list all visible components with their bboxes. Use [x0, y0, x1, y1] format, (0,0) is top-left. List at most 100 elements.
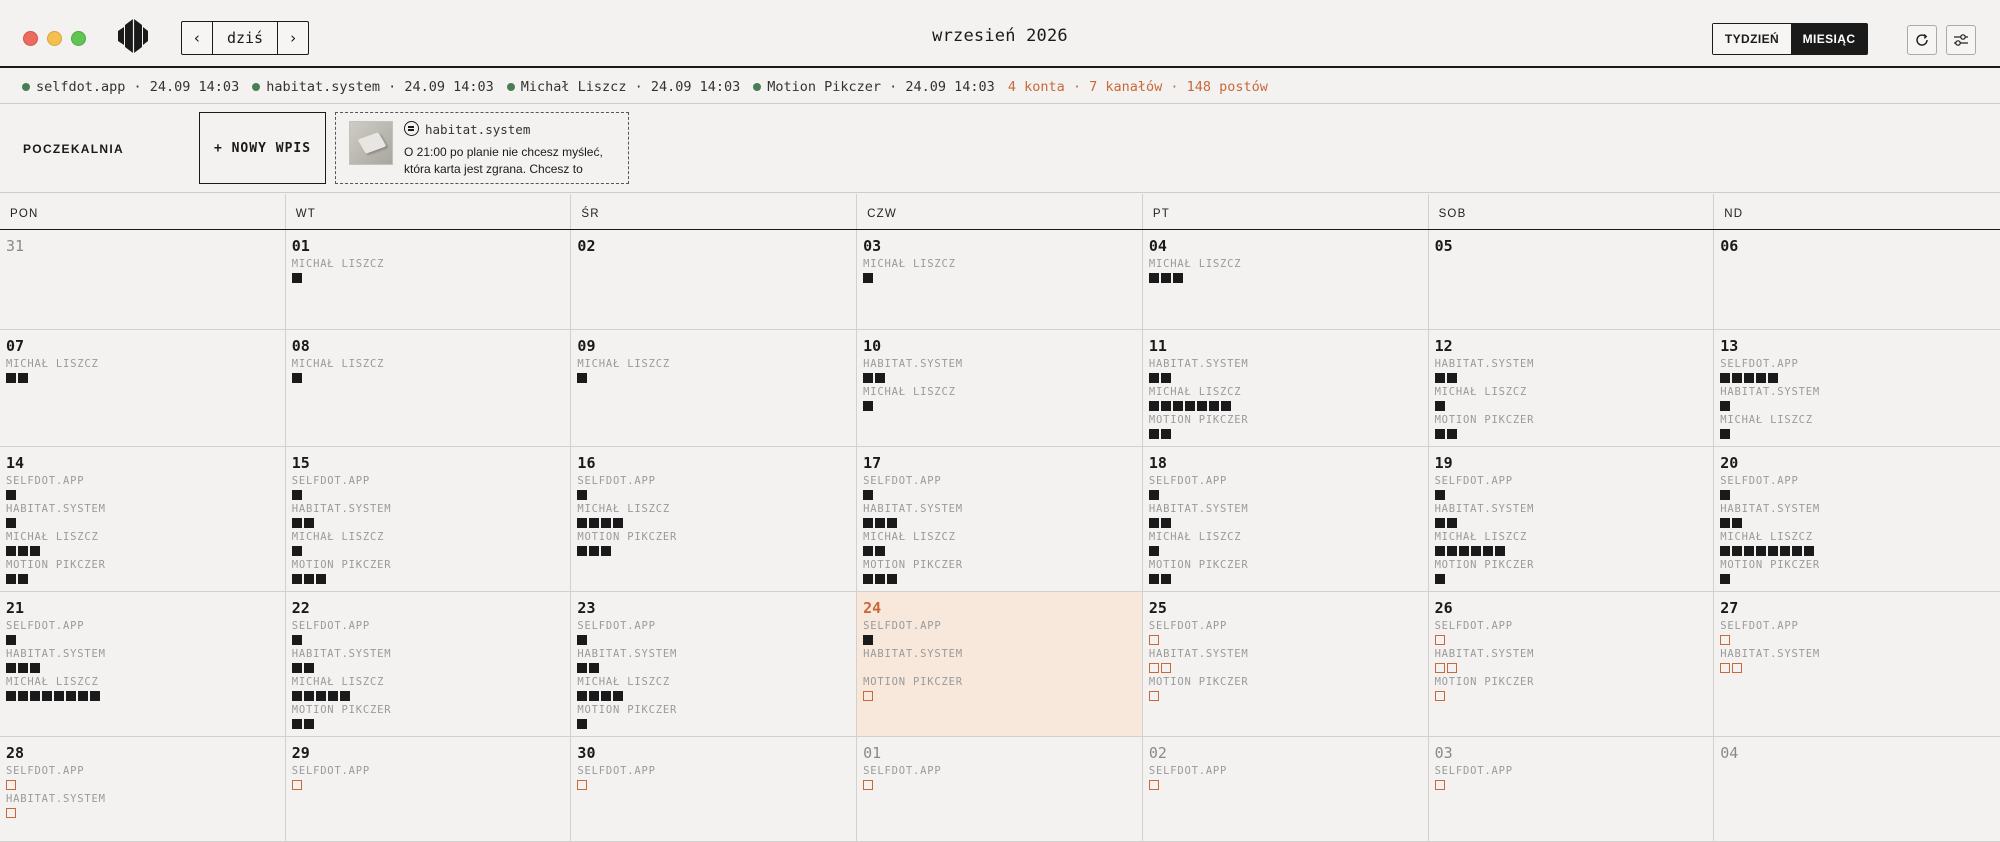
published-post-marker[interactable] — [589, 663, 600, 673]
published-post-marker[interactable] — [1446, 546, 1457, 556]
published-post-marker[interactable] — [327, 691, 338, 701]
published-post-marker[interactable] — [6, 663, 16, 673]
day-cell[interactable]: 03 SELFDOT.APP — [1428, 737, 1715, 842]
day-cell[interactable]: 29 SELFDOT.APP — [285, 737, 572, 842]
day-cell[interactable]: 12 HABITAT.SYSTEM MICHAŁ LISZCZ MOTION PIKC… — [1428, 330, 1715, 447]
day-cell[interactable]: 17 SELFDOT.APP HABITAT.SYSTEM MICHAŁ LISZCZ… — [857, 447, 1143, 592]
published-post-marker[interactable] — [863, 546, 874, 556]
day-cell[interactable]: 20 SELFDOT.APP HABITAT.SYSTEM MICHAŁ LISZCZ… — [1714, 447, 2000, 592]
published-post-marker[interactable] — [1160, 518, 1171, 528]
published-post-marker[interactable] — [1148, 490, 1159, 500]
scheduled-post-marker[interactable] — [1148, 691, 1159, 701]
published-post-marker[interactable] — [291, 518, 302, 528]
published-post-marker[interactable] — [1446, 429, 1457, 439]
published-post-marker[interactable] — [54, 691, 64, 701]
scheduled-post-marker[interactable] — [1720, 635, 1731, 645]
published-post-marker[interactable] — [291, 719, 302, 729]
published-post-marker[interactable] — [1148, 546, 1159, 556]
published-post-marker[interactable] — [1160, 574, 1171, 584]
day-cell[interactable]: 06 — [1714, 230, 2000, 330]
published-post-marker[interactable] — [315, 691, 326, 701]
month-view-button[interactable]: MIESIĄC — [1791, 24, 1867, 54]
published-post-marker[interactable] — [1160, 373, 1171, 383]
published-post-marker[interactable] — [577, 719, 588, 729]
published-post-marker[interactable] — [1494, 546, 1505, 556]
published-post-marker[interactable] — [601, 518, 612, 528]
day-cell-today[interactable]: 24 SELFDOT.APP HABITAT.SYSTEM MOTION PIKCZE… — [857, 592, 1143, 737]
published-post-marker[interactable] — [1148, 429, 1159, 439]
published-post-marker[interactable] — [1434, 401, 1445, 411]
scheduled-post-marker[interactable] — [291, 780, 302, 790]
published-post-marker[interactable] — [1220, 401, 1231, 411]
published-post-marker[interactable] — [875, 574, 886, 584]
day-cell[interactable]: 01 SELFDOT.APP — [857, 737, 1143, 842]
published-post-marker[interactable] — [6, 490, 16, 500]
published-post-marker[interactable] — [1720, 429, 1731, 439]
published-post-marker[interactable] — [1458, 546, 1469, 556]
published-post-marker[interactable] — [6, 518, 16, 528]
published-post-marker[interactable] — [18, 691, 28, 701]
published-post-marker[interactable] — [291, 691, 302, 701]
new-post-button[interactable]: + NOWY WPIS — [199, 112, 326, 184]
scheduled-post-marker[interactable] — [6, 780, 16, 790]
published-post-marker[interactable] — [303, 574, 314, 584]
published-post-marker[interactable] — [1732, 518, 1743, 528]
published-post-marker[interactable] — [601, 691, 612, 701]
published-post-marker[interactable] — [589, 518, 600, 528]
published-post-marker[interactable] — [1720, 518, 1731, 528]
published-post-marker[interactable] — [42, 691, 52, 701]
published-post-marker[interactable] — [291, 574, 302, 584]
published-post-marker[interactable] — [291, 373, 302, 383]
published-post-marker[interactable] — [1434, 546, 1445, 556]
published-post-marker[interactable] — [577, 663, 588, 673]
published-post-marker[interactable] — [863, 635, 874, 645]
published-post-marker[interactable] — [1148, 574, 1159, 584]
published-post-marker[interactable] — [577, 546, 588, 556]
published-post-marker[interactable] — [30, 546, 40, 556]
day-cell[interactable]: 13 SELFDOT.APP HABITAT.SYSTEM MICHAŁ LISZCZ — [1714, 330, 2000, 447]
published-post-marker[interactable] — [1470, 546, 1481, 556]
published-post-marker[interactable] — [303, 691, 314, 701]
day-cell[interactable]: 11 HABITAT.SYSTEM MICHAŁ LISZCZ MOTION PIKC… — [1142, 330, 1429, 447]
settings-button[interactable] — [1946, 25, 1976, 55]
published-post-marker[interactable] — [291, 663, 302, 673]
published-post-marker[interactable] — [1768, 546, 1779, 556]
published-post-marker[interactable] — [18, 373, 28, 383]
published-post-marker[interactable] — [863, 401, 874, 411]
published-post-marker[interactable] — [1720, 373, 1731, 383]
day-cell[interactable]: 28 SELFDOT.APP HABITAT.SYSTEM — [0, 737, 286, 842]
day-cell[interactable]: 05 — [1428, 230, 1715, 330]
published-post-marker[interactable] — [18, 663, 28, 673]
scheduled-post-marker[interactable] — [1148, 780, 1159, 790]
published-post-marker[interactable] — [577, 518, 588, 528]
published-post-marker[interactable] — [1720, 546, 1731, 556]
published-post-marker[interactable] — [863, 490, 874, 500]
published-post-marker[interactable] — [1732, 546, 1743, 556]
day-cell[interactable]: 26 SELFDOT.APP HABITAT.SYSTEM MOTION PIKCZE… — [1428, 592, 1715, 737]
published-post-marker[interactable] — [577, 691, 588, 701]
scheduled-post-marker[interactable] — [1732, 663, 1743, 673]
scheduled-post-marker[interactable] — [1434, 635, 1445, 645]
published-post-marker[interactable] — [303, 518, 314, 528]
published-post-marker[interactable] — [6, 635, 16, 645]
published-post-marker[interactable] — [589, 691, 600, 701]
published-post-marker[interactable] — [577, 490, 588, 500]
published-post-marker[interactable] — [291, 635, 302, 645]
day-cell[interactable]: 23 SELFDOT.APP HABITAT.SYSTEM MICHAŁ LISZCZ… — [571, 592, 858, 737]
published-post-marker[interactable] — [1780, 546, 1791, 556]
day-cell[interactable]: 31 — [0, 230, 286, 330]
scheduled-post-marker[interactable] — [1148, 663, 1159, 673]
published-post-marker[interactable] — [339, 691, 350, 701]
published-post-marker[interactable] — [30, 663, 40, 673]
published-post-marker[interactable] — [875, 373, 886, 383]
published-post-marker[interactable] — [1434, 373, 1445, 383]
published-post-marker[interactable] — [1720, 490, 1731, 500]
day-cell[interactable]: 15 SELFDOT.APP HABITAT.SYSTEM MICHAŁ LISZCZ… — [285, 447, 572, 592]
scheduled-post-marker[interactable] — [1720, 663, 1731, 673]
day-cell[interactable]: 19 SELFDOT.APP HABITAT.SYSTEM MICHAŁ LISZCZ… — [1428, 447, 1715, 592]
published-post-marker[interactable] — [1148, 373, 1159, 383]
published-post-marker[interactable] — [6, 691, 16, 701]
published-post-marker[interactable] — [1434, 574, 1445, 584]
published-post-marker[interactable] — [6, 546, 16, 556]
published-post-marker[interactable] — [6, 574, 16, 584]
